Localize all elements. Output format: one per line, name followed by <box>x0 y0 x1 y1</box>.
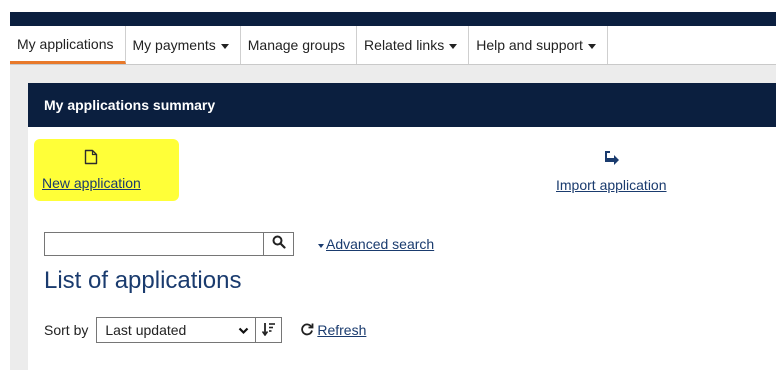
import-application-link[interactable]: Import application <box>556 177 667 193</box>
new-application-action[interactable]: New application <box>42 149 141 191</box>
list-title: List of applications <box>44 267 242 294</box>
sort-descending-icon <box>261 322 276 339</box>
sort-select[interactable]: Last updated <box>96 317 257 343</box>
panel-title: My applications summary <box>44 97 216 113</box>
nav-my-payments-label: My payments <box>132 37 216 53</box>
chevron-down-icon <box>238 322 249 338</box>
sort-row: Sort by Last updated Refresh <box>44 317 366 343</box>
search-row: Advanced search <box>44 232 434 256</box>
document-icon <box>84 149 98 170</box>
search-icon <box>272 235 286 254</box>
nav-manage-groups[interactable]: Manage groups <box>241 26 358 64</box>
sort-direction-button[interactable] <box>256 317 283 343</box>
caret-down-icon <box>587 43 596 49</box>
panel-header: My applications summary <box>28 83 776 127</box>
caret-down-icon <box>220 43 229 49</box>
sort-selected-value: Last updated <box>105 322 187 338</box>
search-button[interactable] <box>264 232 294 256</box>
caret-down-icon <box>318 243 324 248</box>
nav-manage-groups-label: Manage groups <box>247 37 346 53</box>
advanced-search-link[interactable]: Advanced search <box>326 236 434 252</box>
advanced-search-toggle[interactable]: Advanced search <box>318 236 434 252</box>
site-header-bar <box>10 12 776 26</box>
refresh-icon <box>300 322 314 339</box>
refresh-control[interactable]: Refresh <box>300 322 366 339</box>
nav-related-links-label: Related links <box>364 37 445 53</box>
import-application-action[interactable]: Import application <box>556 149 667 193</box>
nav-my-applications-label: My applications <box>17 35 114 52</box>
nav-related-links[interactable]: Related links <box>357 26 470 64</box>
applications-summary-panel: My applications summary New application … <box>28 83 776 370</box>
nav-help-and-support[interactable]: Help and support <box>469 26 608 64</box>
nav-my-payments[interactable]: My payments <box>126 26 241 64</box>
sort-label: Sort by <box>44 322 89 338</box>
nav-help-and-support-label: Help and support <box>476 37 583 53</box>
refresh-link[interactable]: Refresh <box>317 322 366 338</box>
main-nav: My applications My payments Manage group… <box>10 26 776 65</box>
nav-my-applications[interactable]: My applications <box>10 26 126 64</box>
search-input[interactable] <box>44 232 264 256</box>
top-band <box>10 0 776 12</box>
new-application-link[interactable]: New application <box>42 175 141 191</box>
caret-down-icon <box>449 43 458 49</box>
reply-arrow-icon <box>602 149 620 172</box>
